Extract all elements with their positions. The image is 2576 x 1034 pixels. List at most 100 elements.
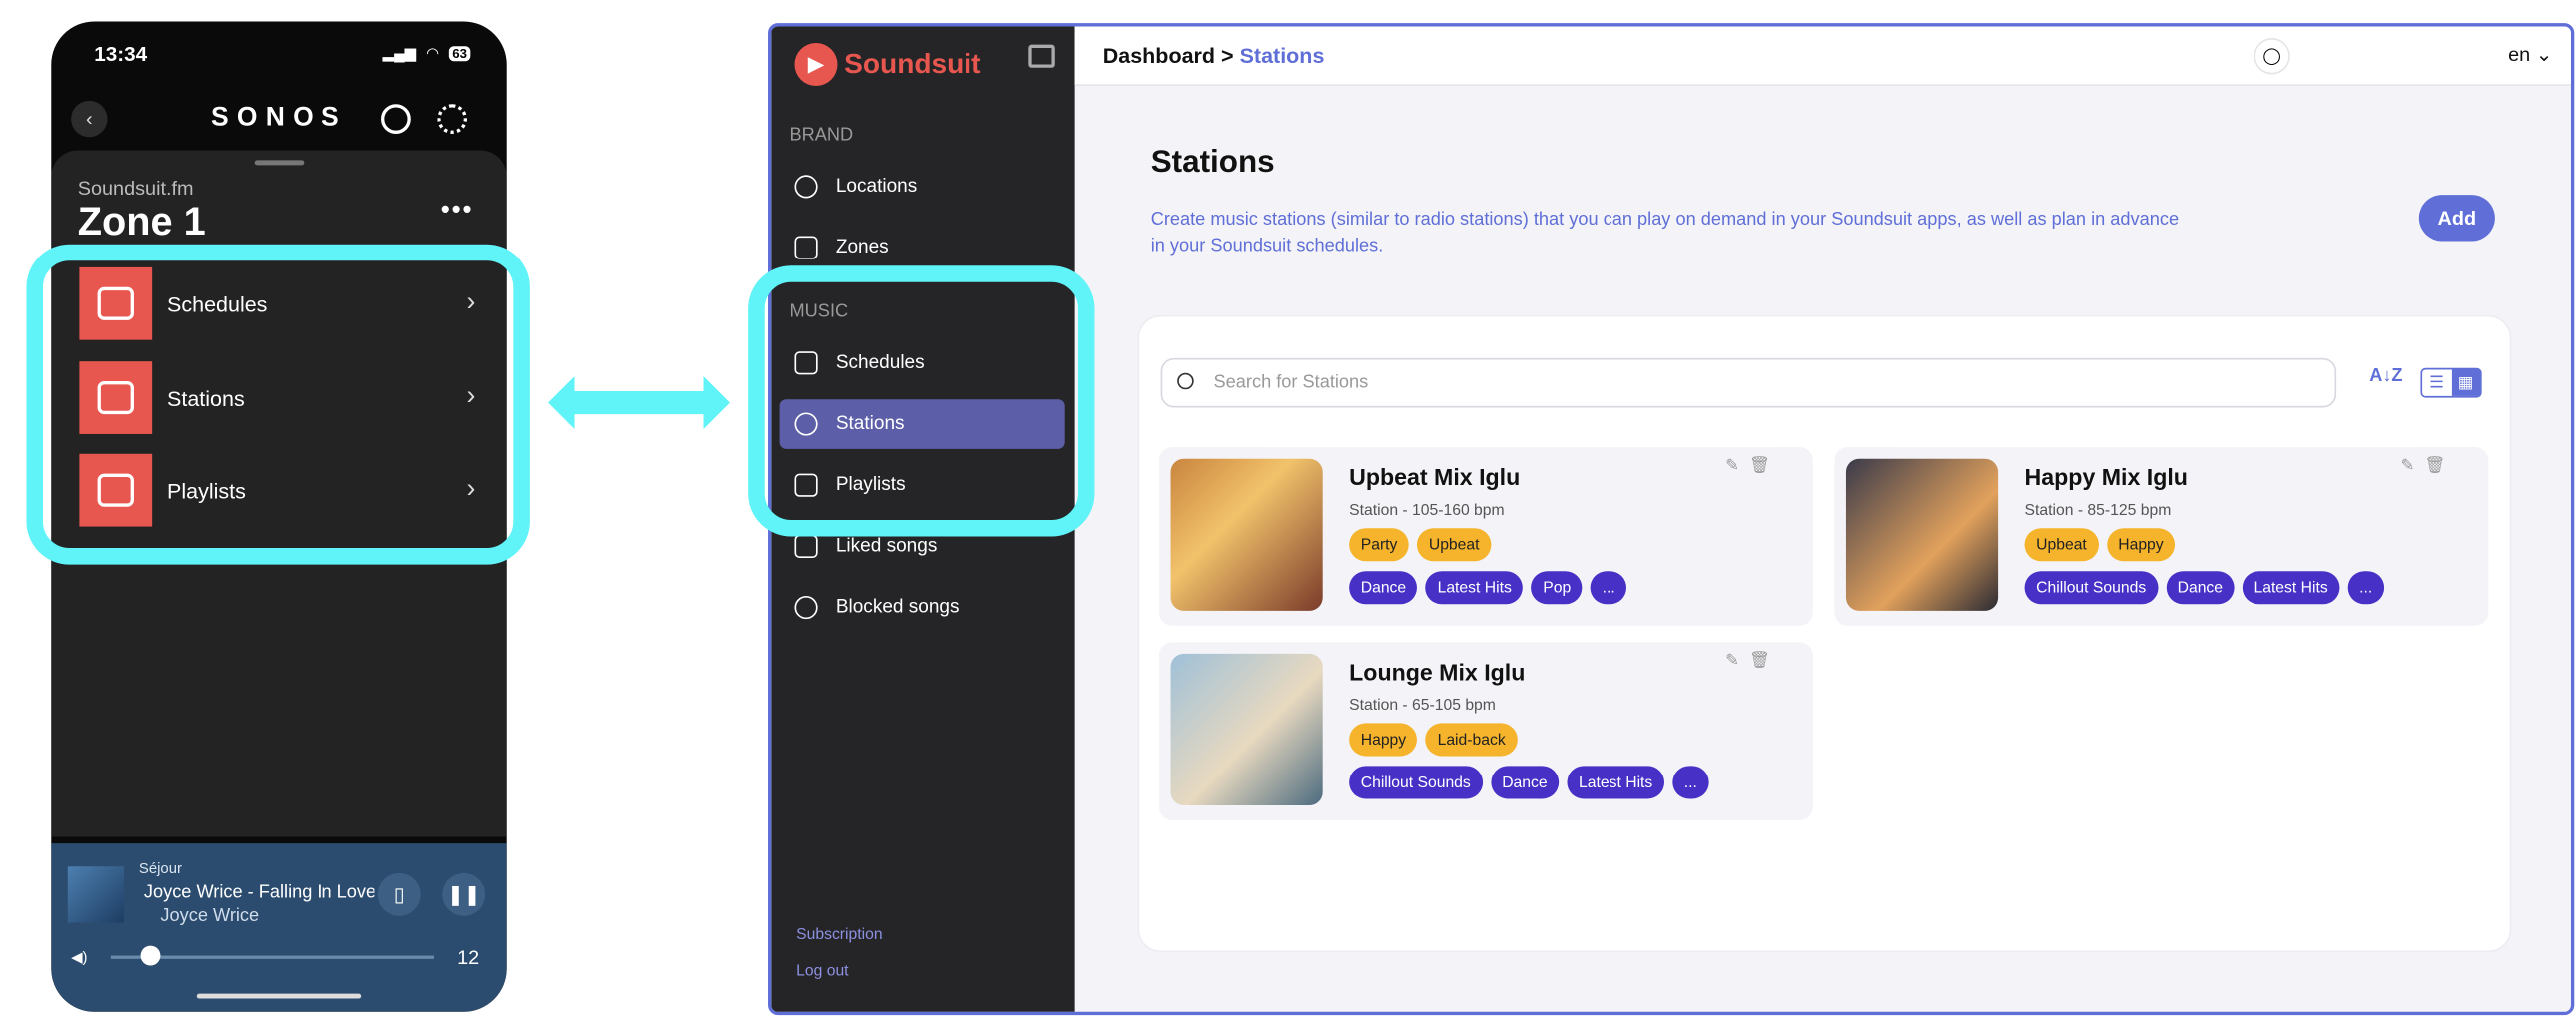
trash-icon[interactable]: 🗑	[1749, 457, 1780, 475]
station-name: Happy Mix Iglu	[2024, 463, 2188, 491]
genre-tag[interactable]: Pop	[1531, 571, 1583, 605]
edit-icon[interactable]: ✎	[1725, 652, 1749, 670]
sync-arrow-icon	[548, 376, 730, 429]
sidebar-item-locations[interactable]: Locations	[790, 162, 1065, 212]
volume-knob[interactable]	[139, 945, 160, 966]
genre-tag[interactable]: ...	[2347, 571, 2384, 605]
pause-button[interactable]: ❚❚	[442, 872, 486, 916]
zone-title: Zone 1	[77, 200, 206, 245]
mood-tags: Happy Laid-back	[1349, 723, 1518, 757]
station-card[interactable]: Upbeat Mix Iglu Station - 105-160 bpm ✎🗑 Pa…	[1158, 447, 1813, 626]
genre-tag[interactable]: Latest Hits	[2242, 571, 2340, 605]
genre-tag[interactable]: Chillout Sounds	[2024, 571, 2158, 605]
wifi-icon: ◠	[426, 44, 440, 62]
track-title: Joyce Wrice - Falling In Love	[143, 882, 375, 903]
card-actions: ✎🗑	[1725, 457, 1780, 475]
genre-tag[interactable]: Dance	[2166, 571, 2235, 605]
volume-value: 12	[457, 945, 480, 969]
trash-icon[interactable]: 🗑	[2424, 457, 2455, 475]
page-description: Create music stations (similar to radio …	[1150, 210, 2180, 256]
dashboard-menu-highlight	[748, 265, 1095, 537]
genre-tag[interactable]: Latest Hits	[1426, 571, 1524, 605]
settings-gear-icon[interactable]	[437, 104, 468, 134]
section-brand: BRAND	[789, 125, 854, 146]
language-select[interactable]: en ⌄	[2508, 43, 2552, 66]
logout-link[interactable]: Log out	[796, 962, 848, 980]
room-name: Séjour	[138, 859, 182, 877]
now-playing-bar[interactable]: Séjour Joyce Wrice - Falling In Love Joy…	[51, 843, 507, 1012]
genre-tags: Chillout Sounds Dance Latest Hits...	[2024, 571, 2384, 605]
sidebar-item-label: Blocked songs	[835, 597, 960, 618]
album-art	[67, 866, 125, 923]
heart-icon	[794, 534, 818, 558]
artist-name: Joyce Wrice	[160, 905, 260, 926]
mood-tag[interactable]: Upbeat	[1417, 528, 1492, 562]
output-device-icon[interactable]: ▯	[377, 872, 421, 916]
card-actions: ✎🗑	[1725, 652, 1780, 670]
breadcrumb-current: Stations	[1239, 42, 1325, 68]
brand-name: Soundsuit	[844, 47, 981, 80]
account-icon[interactable]	[381, 104, 411, 134]
sidebar-item-blocked-songs[interactable]: Blocked songs	[790, 583, 1065, 633]
mood-tag[interactable]: Party	[1349, 528, 1410, 562]
search-input[interactable]: Search for Stations	[1160, 357, 2337, 408]
mood-tag[interactable]: Laid-back	[1426, 723, 1518, 757]
station-name: Lounge Mix Iglu	[1349, 658, 1526, 686]
genre-tag[interactable]: ...	[1672, 766, 1709, 799]
soundsuit-logo[interactable]: ▶ Soundsuit	[794, 42, 981, 86]
genre-tag[interactable]: Dance	[1349, 571, 1418, 605]
genre-tags: Chillout Sounds Dance Latest Hits...	[1349, 766, 1709, 799]
edit-icon[interactable]: ✎	[2400, 457, 2424, 475]
station-name: Upbeat Mix Iglu	[1349, 463, 1521, 491]
top-bar: Dashboard > Stations ◯ en ⌄	[1074, 26, 2571, 86]
stations-panel	[1137, 314, 2512, 953]
play-logo-icon: ▶	[794, 42, 838, 86]
station-bpm: Station - 85-125 bpm	[2024, 501, 2172, 520]
station-card[interactable]: Lounge Mix Iglu Station - 65-105 bpm ✎🗑 Hap…	[1158, 642, 1813, 820]
signal-icon: ▂▄▆	[382, 44, 417, 62]
mood-tags: Party Upbeat	[1349, 528, 1492, 562]
layers-icon	[794, 236, 818, 259]
more-options-icon[interactable]: •••	[441, 197, 474, 227]
breadcrumb: Dashboard > Stations	[1103, 43, 1325, 68]
sheet-grabber[interactable]	[254, 160, 305, 166]
breadcrumb-dashboard[interactable]: Dashboard	[1103, 43, 1215, 68]
genre-tags: Dance Latest Hits Pop...	[1349, 571, 1627, 605]
volume-icon: ◀)	[71, 948, 88, 966]
mood-tag[interactable]: Upbeat	[2024, 528, 2099, 562]
search-placeholder: Search for Stations	[1213, 372, 1369, 393]
genre-tag[interactable]: Dance	[1490, 766, 1560, 799]
mood-tag[interactable]: Happy	[1349, 723, 1418, 757]
blocked-icon	[794, 596, 818, 620]
home-indicator	[196, 993, 362, 999]
sidebar-item-label: Zones	[835, 238, 889, 258]
breadcrumb-separator: >	[1221, 42, 1234, 68]
status-time: 13:34	[94, 42, 148, 67]
user-icon[interactable]: ◯	[2254, 38, 2290, 75]
chevron-down-icon: ⌄	[2535, 42, 2553, 67]
mood-tag[interactable]: Happy	[2106, 528, 2176, 562]
genre-tag[interactable]: Chillout Sounds	[1349, 766, 1483, 799]
language-value: en	[2508, 42, 2531, 67]
mood-tags: Upbeat Happy	[2024, 528, 2176, 562]
genre-tag[interactable]: ...	[1591, 571, 1627, 605]
sort-az-icon[interactable]: A↓Z	[2369, 366, 2402, 386]
view-toggle[interactable]: ☰ ▦	[2420, 367, 2482, 398]
sidebar-item-label: Locations	[835, 176, 918, 197]
station-image	[1170, 653, 1323, 806]
phone-menu-highlight	[26, 244, 530, 565]
station-image	[1845, 458, 1999, 611]
station-bpm: Station - 65-105 bpm	[1349, 696, 1496, 716]
service-name: Soundsuit.fm	[77, 176, 194, 201]
grid-view-icon[interactable]: ▦	[2451, 369, 2481, 396]
genre-tag[interactable]: Latest Hits	[1567, 766, 1664, 799]
edit-icon[interactable]: ✎	[1725, 457, 1749, 475]
sidebar-toggle-icon[interactable]	[1028, 44, 1055, 68]
trash-icon[interactable]: 🗑	[1749, 652, 1780, 670]
subscription-link[interactable]: Subscription	[796, 926, 882, 944]
add-button[interactable]: Add	[2418, 195, 2495, 242]
card-actions: ✎🗑	[2400, 457, 2455, 475]
station-image	[1170, 458, 1323, 611]
station-card[interactable]: Happy Mix Iglu Station - 85-125 bpm ✎🗑 Upbe…	[1834, 447, 2489, 626]
list-view-icon[interactable]: ☰	[2422, 369, 2451, 395]
